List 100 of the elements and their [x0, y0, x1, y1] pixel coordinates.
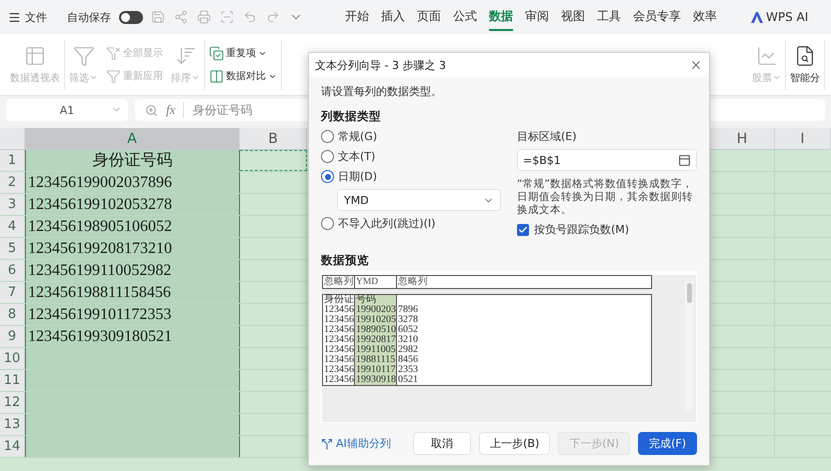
row-header[interactable]: 5: [0, 238, 25, 259]
row-header[interactable]: 7: [0, 282, 25, 303]
preview-cell: 8456: [396, 355, 651, 365]
printer-icon[interactable]: [197, 10, 211, 24]
ribbon-tab[interactable]: 工具: [597, 4, 621, 30]
preview-cell: 19900203: [354, 305, 396, 315]
ribbon-tab[interactable]: 开始: [345, 4, 369, 30]
section-heading: 列数据类型: [321, 109, 382, 124]
radio-option[interactable]: 常规(G): [321, 129, 501, 144]
ribbon-button[interactable]: 智能分: [790, 44, 820, 84]
table-cell[interactable]: 123456199002037896: [25, 172, 240, 193]
table-cell[interactable]: 123456198905106052: [25, 216, 240, 237]
preview-cell: 123456: [323, 355, 354, 365]
table-cell[interactable]: [25, 370, 240, 391]
preview-cell: 2982: [396, 345, 651, 355]
checkbox-option[interactable]: 按负号跟踪负数(M): [517, 222, 697, 237]
column-type-label[interactable]: 忽略列: [396, 276, 651, 288]
radio-option[interactable]: 文本(T): [321, 149, 501, 164]
radio-button[interactable]: [321, 170, 334, 183]
table-cell[interactable]: 123456199208173210: [25, 238, 240, 259]
field-label: 目标区域(E): [517, 129, 578, 144]
row-header[interactable]: 10: [0, 348, 25, 369]
preview-cell: 2353: [396, 365, 651, 375]
row-header[interactable]: 8: [0, 304, 25, 325]
formula-text: 身份证号码: [192, 102, 252, 118]
undo-icon[interactable]: [243, 10, 257, 24]
table-cell[interactable]: 123456199110052982: [25, 260, 240, 281]
table-cell[interactable]: [25, 392, 240, 413]
table-cell[interactable]: [25, 414, 240, 435]
ribbon-tab[interactable]: 数据: [489, 4, 513, 30]
column-type-label[interactable]: 忽略列: [323, 276, 354, 288]
instruction-text: 请设置每列的数据类型。: [321, 84, 443, 99]
ai-button[interactable]: WPS AI: [745, 9, 814, 25]
row-header[interactable]: 4: [0, 216, 25, 237]
row-header[interactable]: 11: [0, 370, 25, 391]
split-icon: [321, 438, 333, 450]
ribbon-tab[interactable]: 会员专享: [633, 4, 681, 30]
ribbon-tab[interactable]: 审阅: [525, 4, 549, 30]
radio-option[interactable]: 日期(D): [321, 169, 501, 184]
caret-icon: [89, 73, 98, 82]
row-header[interactable]: 12: [0, 392, 25, 413]
table-cell[interactable]: [25, 436, 240, 457]
row-header[interactable]: 2: [0, 172, 25, 193]
table-cell[interactable]: 123456198811158456: [25, 282, 240, 303]
ribbon-tab[interactable]: 效率: [693, 4, 717, 30]
share-icon[interactable]: [174, 10, 188, 24]
table-cell[interactable]: 123456199102053278: [25, 194, 240, 215]
zoom-icon: [145, 104, 158, 116]
preview-cell: 身份证: [323, 295, 354, 305]
autosave-toggle[interactable]: [119, 10, 143, 24]
ribbon-button[interactable]: 重复项: [209, 46, 277, 60]
preview-cell: 19911005: [354, 345, 396, 355]
note-text: “常规”数据格式将数值转换成数字，日期值会转换为日期，其余数据则转换成文本。: [517, 177, 694, 217]
close-button[interactable]: [689, 58, 703, 72]
columns-icon: [209, 68, 224, 84]
dialog-button[interactable]: 完成(F): [638, 432, 697, 455]
logo-icon: [751, 12, 763, 22]
table-cell[interactable]: [25, 348, 240, 369]
radio-button[interactable]: [321, 130, 334, 143]
dialog-button[interactable]: 取消: [413, 432, 472, 455]
radio-option[interactable]: 不导入此列(跳过)(I): [321, 216, 501, 231]
preview-cell: 3278: [396, 315, 651, 325]
format-dropdown[interactable]: YMD: [337, 189, 501, 211]
row-header[interactable]: 14: [0, 436, 25, 457]
filter-clear-icon: [106, 46, 121, 60]
preview-cell: 19910117: [354, 365, 396, 375]
target-field[interactable]: =$B$1: [517, 149, 697, 171]
checkbox[interactable]: [517, 224, 529, 236]
preview-cell: 123456: [323, 325, 354, 335]
ribbon-button[interactable]: 数据对比: [209, 68, 277, 84]
preview-cell: 0521: [396, 375, 651, 385]
table-cell[interactable]: 身份证号码: [25, 150, 240, 171]
scrollbar[interactable]: [685, 281, 693, 411]
radio-button[interactable]: [321, 217, 334, 230]
preview-cell: 19890510: [354, 325, 396, 335]
name-box[interactable]: A1: [6, 99, 128, 121]
ribbon-tab[interactable]: 公式: [453, 4, 477, 30]
range-picker-icon[interactable]: [678, 154, 691, 166]
row-header[interactable]: 6: [0, 260, 25, 281]
caret-icon: [191, 73, 200, 82]
redo-icon[interactable]: [266, 10, 280, 24]
table-cell[interactable]: 123456199309180521: [25, 326, 240, 347]
preview-cell: 7896: [396, 305, 651, 315]
row-header[interactable]: 9: [0, 326, 25, 347]
ribbon-tab[interactable]: 页面: [417, 4, 441, 30]
row-header[interactable]: 13: [0, 414, 25, 435]
ribbon-tab[interactable]: 视图: [561, 4, 585, 30]
section-heading: 数据预览: [321, 253, 370, 268]
ai-split-link[interactable]: AI辅助分列: [321, 436, 391, 451]
caret-icon: [772, 73, 781, 82]
file-menu-button[interactable]: 文件: [4, 8, 51, 26]
save-icon[interactable]: [151, 10, 165, 24]
row-header[interactable]: 1: [0, 150, 25, 171]
radio-button[interactable]: [321, 150, 334, 163]
row-header[interactable]: 3: [0, 194, 25, 215]
table-cell[interactable]: 123456199101172353: [25, 304, 240, 325]
ribbon-tab[interactable]: 插入: [381, 4, 405, 30]
dialog-button[interactable]: 上一步(B): [479, 432, 550, 455]
column-type-label[interactable]: YMD: [354, 276, 396, 288]
line-chart-icon: [756, 44, 778, 66]
